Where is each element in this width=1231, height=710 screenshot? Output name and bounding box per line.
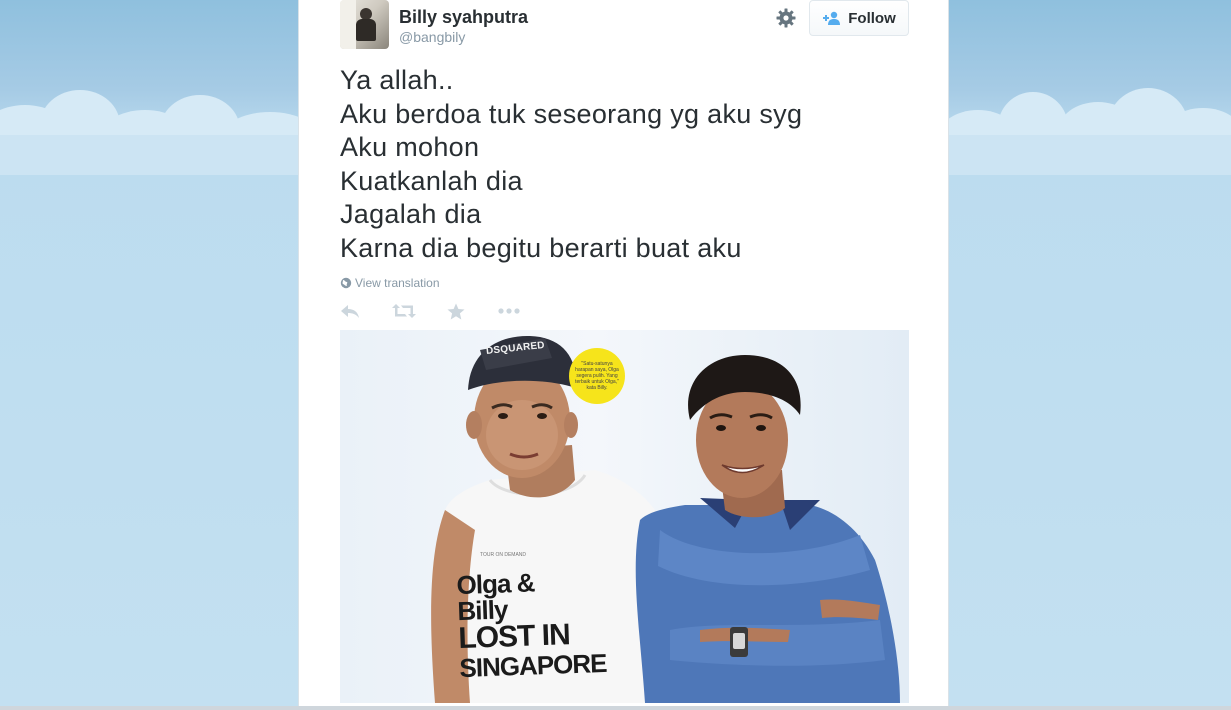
tweet-line: Karna dia begitu berarti buat aku (340, 232, 742, 263)
retweet-icon[interactable] (392, 300, 416, 322)
shirt-print-line: Olga & Billy (456, 567, 535, 627)
more-icon[interactable] (498, 300, 520, 322)
tweet-line: Jagalah dia (340, 199, 482, 230)
avatar[interactable] (340, 0, 389, 49)
photo-illustration (431, 335, 900, 703)
tweet-photo[interactable]: DSQUARED "Satu-satunya harapan saya, Olg… (340, 330, 909, 703)
shirt-print-line: SINGAPORE (458, 647, 607, 684)
tweet-text: Ya allah.. Aku berdoa tuk seseorang yg a… (340, 64, 802, 266)
shirt-print: Olga & Billy LOST IN SINGAPORE (456, 567, 607, 684)
add-user-icon (823, 11, 841, 25)
quote-bubble: "Satu-satunya harapan saya, Olga segera … (569, 348, 625, 404)
quote-bubble-text: "Satu-satunya harapan saya, Olga segera … (575, 361, 619, 391)
tweet-card: Billy syahputra @bangbily Follow Ya alla… (298, 0, 949, 710)
author-handle[interactable]: @bangbily (399, 29, 465, 45)
author-name[interactable]: Billy syahputra (399, 7, 528, 28)
shirt-small-text: TOUR ON DEMAND (480, 552, 527, 558)
tweet-line: Kuatkanlah dia (340, 165, 523, 196)
view-translation-label: View translation (355, 276, 440, 290)
reply-icon[interactable] (340, 300, 360, 322)
follow-label: Follow (848, 9, 896, 27)
favorite-icon[interactable] (447, 300, 465, 322)
view-translation-link[interactable]: View translation (340, 276, 440, 290)
tweet-line: Aku berdoa tuk seseorang yg aku syg (340, 98, 803, 129)
clouds-right (938, 80, 1231, 175)
follow-button[interactable]: Follow (809, 0, 909, 36)
clouds-left (0, 80, 320, 175)
globe-icon (340, 277, 352, 289)
gear-icon[interactable] (775, 7, 797, 29)
tweet-line: Aku mohon (340, 132, 480, 163)
tweet-line: Ya allah.. (340, 65, 454, 95)
taskbar-edge (0, 706, 1231, 710)
